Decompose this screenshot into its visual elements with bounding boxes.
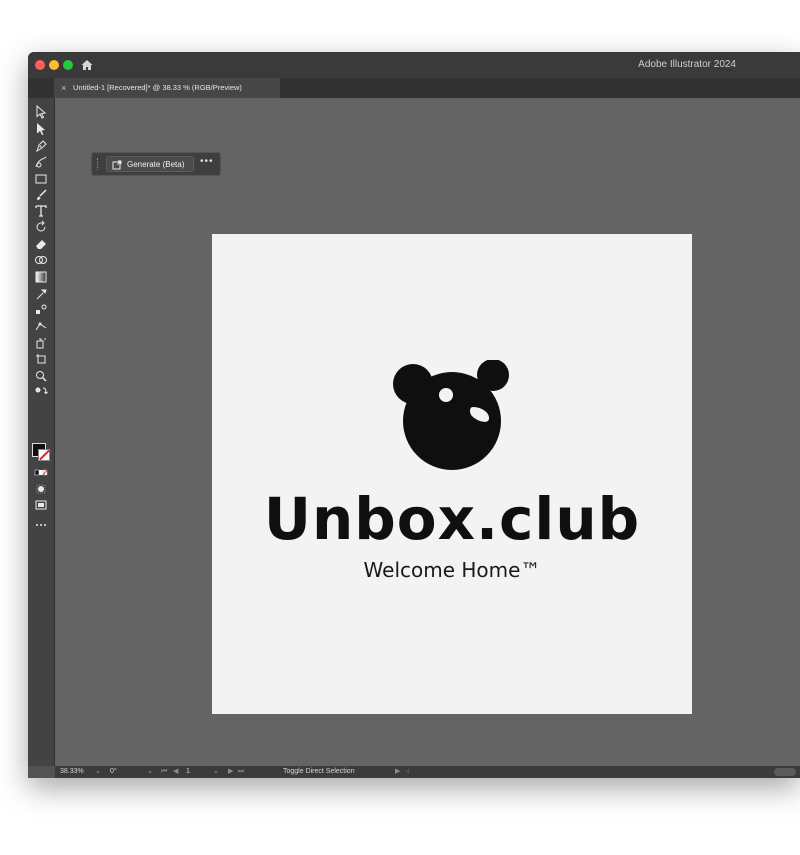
rotation-field[interactable]: 0°: [110, 766, 117, 778]
rotation-dropdown-icon[interactable]: ⌄: [147, 766, 153, 778]
curvature-tool-icon[interactable]: [34, 155, 48, 169]
more-options-button[interactable]: •••: [200, 156, 214, 167]
artboard[interactable]: Unbox.club Welcome Home™: [212, 234, 692, 714]
shape-builder-tool-icon[interactable]: [34, 253, 48, 267]
artboard-tool-icon[interactable]: [34, 352, 48, 366]
swap-fill-stroke-icon[interactable]: [34, 385, 48, 399]
next-artboard-icon[interactable]: ▶: [228, 766, 233, 778]
illustrator-window: Adobe Illustrator 2024 × Untitled-1 [Rec…: [28, 52, 800, 778]
task-bar-grip[interactable]: [97, 158, 101, 170]
canvas-workspace[interactable]: Unbox.club Welcome Home™ Generate (Beta)…: [55, 98, 800, 766]
title-bar: Adobe Illustrator 2024: [28, 52, 800, 79]
direct-selection-tool-icon[interactable]: [34, 122, 48, 136]
symbol-sprayer-tool-icon[interactable]: [34, 336, 48, 350]
rotate-tool-icon[interactable]: [34, 220, 48, 234]
type-tool-icon[interactable]: [34, 204, 48, 218]
gradient-tool-icon[interactable]: [34, 270, 48, 284]
rectangle-tool-icon[interactable]: [34, 172, 48, 186]
close-window-button[interactable]: [35, 60, 45, 70]
tagline-text: Welcome Home™: [363, 558, 541, 582]
generate-beta-button[interactable]: Generate (Beta): [106, 156, 194, 172]
status-back-icon[interactable]: ‹: [407, 766, 409, 778]
horizontal-scrollbar[interactable]: [774, 768, 796, 776]
status-menu-icon[interactable]: ▶: [395, 766, 400, 778]
first-artboard-icon[interactable]: ⏮: [161, 766, 167, 778]
stroke-swatch[interactable]: [38, 449, 50, 461]
zoom-level-field[interactable]: 38.33%: [60, 766, 84, 778]
generate-icon: [112, 160, 122, 170]
tab-close-icon[interactable]: ×: [61, 78, 66, 98]
generate-label: Generate (Beta): [127, 160, 185, 169]
tools-panel: [28, 98, 55, 766]
zoom-tool-icon[interactable]: [34, 369, 48, 383]
minimize-window-button[interactable]: [49, 60, 59, 70]
last-artboard-icon[interactable]: ⏭: [238, 766, 244, 778]
bear-logo-icon: [393, 360, 509, 470]
artboard-dropdown-icon[interactable]: ⌄: [213, 766, 219, 778]
puppet-warp-tool-icon[interactable]: [34, 320, 48, 334]
color-mode-icon[interactable]: [34, 466, 48, 480]
paintbrush-tool-icon[interactable]: [34, 188, 48, 202]
brand-name-text: Unbox.club: [263, 485, 641, 553]
blend-tool-icon[interactable]: [34, 303, 48, 317]
selection-tool-icon[interactable]: [34, 105, 48, 119]
home-icon[interactable]: [80, 58, 94, 72]
zoom-dropdown-icon[interactable]: ⌄: [95, 766, 101, 778]
artboard-number-field[interactable]: 1: [186, 766, 190, 778]
pen-tool-icon[interactable]: [34, 139, 48, 153]
tab-untitled-1[interactable]: × Untitled-1 [Recovered]* @ 38.33 % (RGB…: [54, 78, 280, 98]
screen-mode-icon[interactable]: [34, 498, 48, 512]
document-tab-bar: × Untitled-1 [Recovered]* @ 38.33 % (RGB…: [28, 78, 800, 98]
tab-title: Untitled-1 [Recovered]* @ 38.33 % (RGB/P…: [73, 83, 242, 92]
draw-mode-icon[interactable]: [34, 482, 48, 496]
zoom-window-button[interactable]: [63, 60, 73, 70]
previous-artboard-icon[interactable]: ◀: [173, 766, 178, 778]
status-bar: 38.33% ⌄ 0° ⌄ ⏮ ◀ 1 ⌄ ▶ ⏭ Toggle Direct …: [55, 766, 800, 778]
eraser-tool-icon[interactable]: [34, 237, 48, 251]
current-tool-label: Toggle Direct Selection: [283, 768, 355, 775]
more-tools-icon[interactable]: [34, 518, 48, 532]
app-title: Adobe Illustrator 2024: [638, 59, 736, 70]
eyedropper-tool-icon[interactable]: [34, 287, 48, 301]
contextual-task-bar: Generate (Beta) •••: [91, 152, 221, 176]
